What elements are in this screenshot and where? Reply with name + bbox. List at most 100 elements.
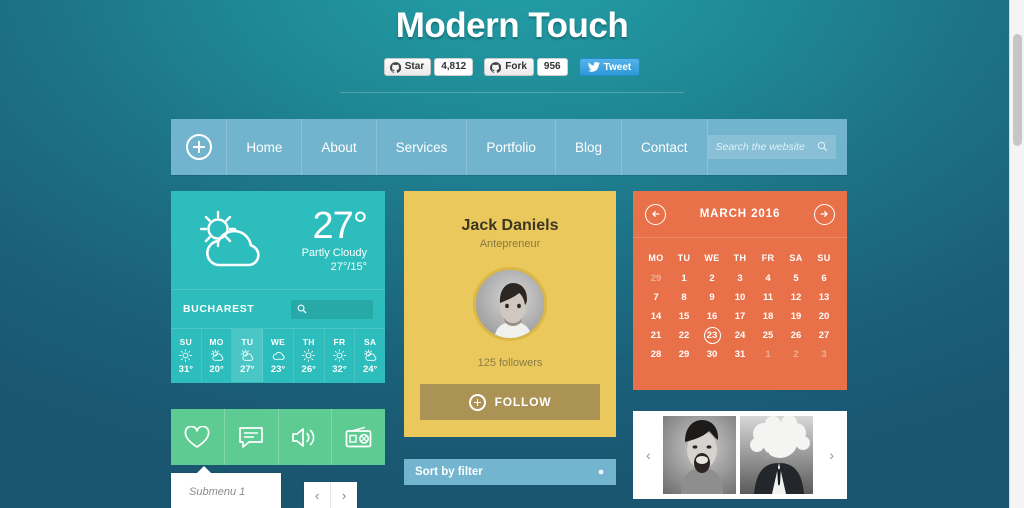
calendar-dow: TU	[677, 253, 691, 263]
twitter-bird-icon	[587, 62, 600, 72]
calendar-day[interactable]: 31	[726, 345, 754, 364]
calendar-day[interactable]: 17	[726, 307, 754, 326]
nav-item-blog[interactable]: Blog	[556, 119, 622, 175]
weather-readout: 27° Partly Cloudy 27°/15°	[281, 206, 371, 274]
calendar-dow: WE	[704, 253, 720, 263]
weather-city: BUCHAREST	[183, 303, 255, 315]
forecast-day-temp: 24°	[362, 363, 378, 375]
calendar-day[interactable]: 25	[754, 326, 782, 345]
calendar-day[interactable]: 13	[810, 288, 838, 307]
nav-item-portfolio[interactable]: Portfolio	[467, 119, 556, 175]
gallery-prev-button[interactable]: ‹	[638, 416, 659, 494]
github-fork-button[interactable]: Fork	[484, 58, 534, 76]
calendar-day[interactable]: 20	[810, 307, 838, 326]
nav-item-services[interactable]: Services	[377, 119, 468, 175]
sort-filter-dropdown[interactable]: Sort by filter	[404, 459, 616, 485]
social-item-audio[interactable]	[279, 409, 333, 465]
social-item-comments[interactable]	[225, 409, 279, 465]
calendar-grid: MO TU WE TH FR SA SU 29 1 2 3 4 5 6 7 8 …	[633, 238, 847, 364]
profile-role: Antepreneur	[479, 238, 541, 250]
tweet-button[interactable]: Tweet	[578, 58, 641, 76]
partly-cloudy-icon	[210, 349, 224, 362]
heart-icon	[184, 425, 210, 449]
calendar-day[interactable]: 26	[782, 326, 810, 345]
weather-search-input[interactable]	[291, 299, 373, 319]
calendar-day[interactable]: 1	[670, 269, 698, 288]
arrow-right-circle-icon[interactable]	[813, 203, 835, 225]
calendar-day[interactable]: 15	[670, 307, 698, 326]
calendar-day[interactable]: 29	[642, 269, 670, 288]
forecast-day[interactable]: SA 24°	[355, 329, 385, 382]
calendar-day[interactable]: 1	[754, 345, 782, 364]
calendar-day[interactable]: 11	[754, 288, 782, 307]
forecast-day-temp: 20°	[209, 363, 224, 375]
github-star-button[interactable]: Star	[383, 58, 432, 76]
nav-item-home[interactable]: Home	[227, 119, 303, 175]
profile-followers: 125 followers	[477, 357, 543, 369]
calendar-day[interactable]: 7	[642, 288, 670, 307]
nav-add-button[interactable]	[171, 119, 228, 175]
calendar-day[interactable]: 3	[726, 269, 754, 288]
arrow-left-circle-icon[interactable]	[645, 203, 666, 225]
weather-widget: 27° Partly Cloudy 27°/15° BUCHAREST SU 3…	[171, 191, 385, 383]
page-scrollbar[interactable]	[1009, 0, 1024, 508]
forecast-day[interactable]: MO 20°	[202, 329, 233, 382]
calendar-week: 28 29 30 31 1 2 3	[642, 345, 838, 364]
social-icon-bar	[171, 409, 385, 465]
calendar-day[interactable]: 28	[642, 345, 670, 364]
calendar-day[interactable]: 8	[670, 288, 698, 307]
calendar-day[interactable]: 4	[754, 269, 782, 288]
calendar-day[interactable]: 5	[782, 269, 810, 288]
forecast-day-name: MO	[209, 336, 224, 347]
calendar-day[interactable]: 24	[726, 326, 754, 345]
calendar-day[interactable]: 22	[670, 326, 698, 345]
calendar-day[interactable]: 6	[810, 269, 838, 288]
calendar-day[interactable]: 2	[782, 345, 810, 364]
calendar-day[interactable]: 16	[698, 307, 726, 326]
github-icon	[490, 61, 502, 73]
calendar-day[interactable]: 19	[782, 307, 810, 326]
forecast-day-name: FR	[333, 336, 346, 347]
follow-button[interactable]: FOLLOW	[420, 384, 600, 420]
page-header: Modern Touch Star 4,812 Fork 956 Tweet	[0, 0, 1024, 93]
calendar-day[interactable]: 12	[782, 288, 810, 307]
pager-prev-button[interactable]: ‹	[304, 482, 331, 508]
calendar-day[interactable]: 18	[754, 307, 782, 326]
submenu-arrow	[196, 466, 212, 474]
nav-item-contact[interactable]: Contact	[622, 119, 708, 175]
calendar-dow: FR	[761, 253, 775, 263]
submenu-item-label[interactable]: Submenu 1	[171, 473, 281, 498]
forecast-day[interactable]: TU 27°	[232, 329, 264, 382]
forecast-day-temp: 31°	[178, 363, 194, 375]
follow-button-label: FOLLOW	[494, 395, 552, 409]
calendar-day[interactable]: 27	[810, 326, 838, 345]
profile-name: Jack Daniels	[461, 217, 559, 234]
forecast-day[interactable]: WE 23°	[263, 329, 294, 382]
forecast-day-name: TH	[302, 336, 315, 347]
gallery-thumbnail[interactable]	[740, 416, 814, 494]
calendar-day-today[interactable]: 23	[698, 326, 726, 345]
forecast-day[interactable]: FR 32°	[325, 329, 356, 382]
calendar-day[interactable]: 14	[642, 307, 670, 326]
calendar-day[interactable]: 30	[698, 345, 726, 364]
forecast-day-name: TU	[241, 336, 254, 347]
calendar-day[interactable]: 3	[810, 345, 838, 364]
scrollbar-thumb[interactable]	[1013, 34, 1022, 146]
forecast-day[interactable]: TH 26°	[294, 329, 325, 382]
calendar-day[interactable]: 10	[726, 288, 754, 307]
nav-search-placeholder: Search the website	[715, 141, 805, 153]
social-item-favorite[interactable]	[171, 409, 225, 465]
calendar-day[interactable]: 29	[670, 345, 698, 364]
calendar-day[interactable]: 21	[642, 326, 670, 345]
nav-search-input[interactable]: Search the website	[707, 135, 836, 159]
calendar-dow: TH	[733, 253, 747, 263]
pager-next-button[interactable]: ›	[331, 482, 357, 508]
calendar-day[interactable]: 9	[698, 288, 726, 307]
gallery-thumbnail[interactable]	[662, 416, 736, 494]
nav-item-about[interactable]: About	[302, 119, 377, 175]
gallery-next-button[interactable]: ›	[821, 416, 842, 494]
social-item-radio[interactable]	[332, 409, 385, 465]
forecast-day-temp: 32°	[332, 363, 347, 375]
calendar-day[interactable]: 2	[698, 269, 726, 288]
forecast-day[interactable]: SU 31°	[171, 329, 202, 382]
